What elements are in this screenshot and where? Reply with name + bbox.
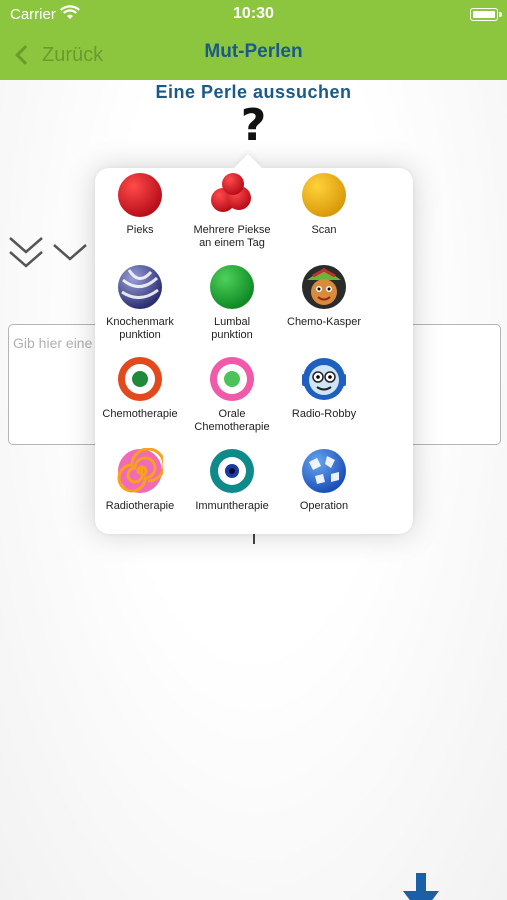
- bead-option[interactable]: Scan: [273, 170, 375, 258]
- navigation-bar: Zurück Mut-Perlen: [0, 30, 507, 80]
- yellow-bead-icon: [301, 172, 347, 218]
- bead-option-label: Mehrere Piekse an einem Tag: [193, 224, 271, 249]
- purple-swirl-bead-icon: [117, 264, 163, 310]
- pink-ring-bead-icon: [209, 356, 255, 402]
- bead-option-label: Immuntherapie: [195, 500, 269, 512]
- bead-option[interactable]: Lumbal punktion: [181, 262, 283, 350]
- bead-option[interactable]: Pieks: [89, 170, 191, 258]
- bead-picker-popover: Pieks Mehrere Piekse an einem Tag Scan Knoc…: [95, 153, 413, 534]
- red-bead-icon: [117, 172, 163, 218]
- bead-option[interactable]: Orale Chemotherapie: [181, 354, 283, 442]
- bead-option[interactable]: Radiotherapie: [89, 446, 191, 534]
- bead-option[interactable]: Radio-Robby: [273, 354, 375, 442]
- note-input-placeholder: Gib hier eine: [13, 335, 93, 351]
- question-mark: ?: [240, 100, 267, 151]
- bead-option-label: Pieks: [126, 224, 154, 236]
- bead-option-label: Chemotherapie: [102, 408, 178, 420]
- double-chevron-down-icon[interactable]: [8, 235, 44, 271]
- battery-icon: [470, 8, 502, 21]
- chevron-down-icon[interactable]: [52, 242, 88, 264]
- blue-white-bead-icon: [301, 448, 347, 494]
- bead-grid: Pieks Mehrere Piekse an einem Tag Scan Knoc…: [95, 168, 413, 534]
- bead-timeline[interactable]: 31-0331-0331-0331-0331-0301-0401-0401-04…: [0, 820, 507, 900]
- bead-option[interactable]: Chemotherapie: [89, 354, 191, 442]
- bead-option[interactable]: Mehrere Piekse an einem Tag: [181, 170, 283, 258]
- bead-option[interactable]: Immuntherapie: [181, 446, 283, 534]
- status-time: 10:30: [233, 5, 274, 22]
- kasper-face-bead-icon: [301, 264, 347, 310]
- bead-option-label: Lumbal punktion: [211, 316, 253, 341]
- bead-option-label: Scan: [311, 224, 337, 236]
- bead-option-label: Radio-Robby: [291, 408, 357, 420]
- orange-ring-bead-icon: [117, 356, 163, 402]
- teal-eye-bead-icon: [209, 448, 255, 494]
- spiral-bead-icon: [117, 447, 166, 494]
- bead-option-label: Knochenmark punktion: [106, 316, 174, 341]
- robot-face-bead-icon: [301, 356, 347, 402]
- main-content: Eine Perle aussuchen ? Gib hier eine 31-…: [0, 80, 507, 900]
- nav-title: Mut-Perlen: [204, 41, 303, 62]
- bead-option-label: Chemo-Kasper: [287, 316, 361, 328]
- arrow-down-icon: [403, 873, 439, 900]
- bead-option-label: Operation: [299, 500, 349, 512]
- bead-option-label: Orale Chemotherapie: [194, 408, 270, 433]
- green-bead-icon: [209, 264, 255, 310]
- status-bar: Carrier 10:30: [0, 0, 507, 30]
- multiple-red-beads-icon: [209, 172, 255, 218]
- bead-option[interactable]: Operation: [273, 446, 375, 534]
- bead-option[interactable]: Knochenmark punktion: [89, 262, 191, 350]
- bead-option-label: Radiotherapie: [105, 500, 175, 512]
- bead-option[interactable]: Chemo-Kasper: [273, 262, 375, 350]
